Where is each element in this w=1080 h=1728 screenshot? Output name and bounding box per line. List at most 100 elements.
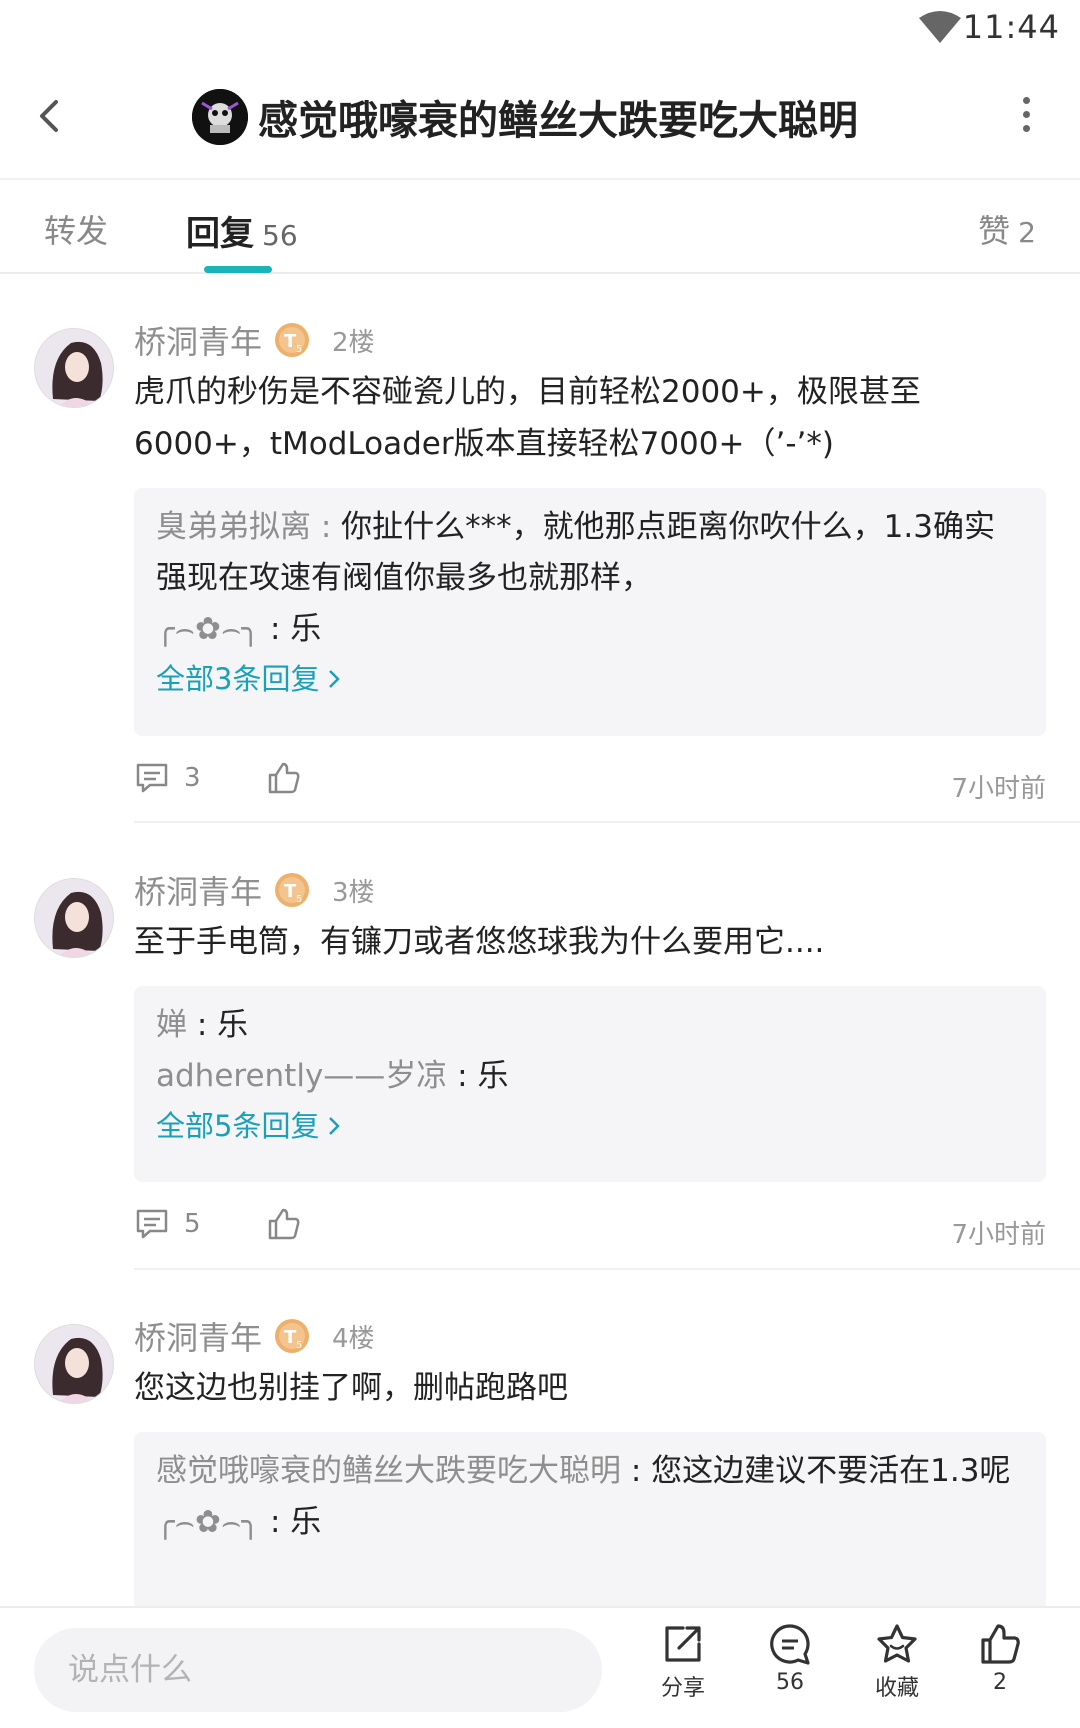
status-bar: 11:44 — [0, 0, 1080, 56]
sub-reply-text: 乐 — [477, 1058, 509, 1094]
sub-reply-text: 您这边建议不要活在1.3呢 — [651, 1453, 1011, 1489]
comment-button[interactable]: 3 — [134, 760, 201, 796]
like-button[interactable] — [266, 1206, 302, 1246]
sub-reply-separator: : — [311, 509, 342, 545]
post-header: 桥洞青年 T 5 3楼 — [134, 868, 375, 912]
sub-reply-user[interactable]: 感觉哦嚎衰的鳝丝大跌要吃大聪明 — [156, 1453, 621, 1489]
back-arrow-icon — [40, 100, 58, 132]
tab-forward-label: 转发 — [44, 212, 109, 250]
comment-count: 5 — [184, 1209, 201, 1239]
comment-input[interactable] — [34, 1628, 602, 1712]
avatar-image — [35, 1325, 113, 1403]
collect-label: 收藏 — [874, 1676, 919, 1701]
thumbs-up-icon — [268, 762, 300, 794]
comment-button[interactable]: 5 — [134, 1206, 201, 1242]
level-badge-icon: T 5 — [275, 873, 310, 907]
svg-text:5: 5 — [296, 344, 302, 355]
tab-bar: 转发 回复 56 赞2 — [0, 180, 1080, 274]
all-replies-link[interactable]: 全部5条回复 — [156, 1102, 1024, 1150]
comment-count: 3 — [184, 763, 201, 793]
divider — [134, 1268, 1080, 1270]
comment-icon — [136, 1209, 168, 1239]
svg-text:5: 5 — [296, 894, 302, 905]
chevron-right-icon — [329, 670, 341, 688]
wifi-icon — [919, 11, 961, 43]
tab-reply-count: 56 — [262, 219, 298, 252]
more-dot-icon — [1022, 97, 1030, 104]
sub-reply-user[interactable]: ╭⌢✿⌢╮ — [156, 611, 260, 647]
sub-reply: 感觉哦嚎衰的鳝丝大跌要吃大聪明 : 您这边建议不要活在1.3呢 — [156, 1446, 1024, 1497]
back-button[interactable] — [28, 86, 88, 146]
post-header: 桥洞青年 T 5 2楼 — [134, 318, 375, 362]
tab-reply-label: 回复 — [186, 214, 254, 254]
comment-bubble-icon — [770, 1624, 810, 1665]
sub-reply-separator: : — [621, 1453, 652, 1489]
like-count: 2 — [993, 1670, 1007, 1695]
all-replies-link[interactable]: 全部3条回复 — [156, 655, 1024, 703]
sub-reply-user[interactable]: adherently——岁凉 — [156, 1058, 447, 1094]
share-button[interactable]: 分享 — [643, 1622, 723, 1702]
sub-reply-box[interactable]: 婵 : 乐 adherently——岁凉 : 乐 全部5条回复 — [134, 986, 1046, 1182]
floor-number: 4楼 — [332, 1323, 375, 1354]
sub-reply-separator: : — [260, 1504, 291, 1540]
comments-button[interactable]: 56 — [750, 1622, 830, 1695]
thumbs-up-icon — [981, 1624, 1020, 1664]
username[interactable]: 桥洞青年 — [134, 317, 262, 363]
post-header: 桥洞青年 T 5 4楼 — [134, 1314, 375, 1358]
tab-forward[interactable]: 转发 — [44, 206, 108, 252]
sub-reply-user[interactable]: ╭⌢✿⌢╮ — [156, 1504, 260, 1540]
bottom-action-bar: 分享 56 收藏 2 — [0, 1606, 1080, 1728]
post-actions: 3 7小时前 — [134, 760, 1046, 810]
status-time: 11:44 — [962, 8, 1060, 46]
like-post-button[interactable]: 2 — [960, 1622, 1040, 1695]
avatar[interactable] — [34, 328, 114, 408]
thread-title: 感觉哦嚎衰的鳝丝大跌要吃大聪明 — [258, 98, 858, 144]
more-dot-icon — [1022, 125, 1030, 132]
tab-like-count: 2 — [1018, 216, 1036, 249]
comments-count: 56 — [776, 1670, 804, 1695]
avatar[interactable] — [34, 878, 114, 958]
sub-reply: 婵 : 乐 — [156, 1000, 1024, 1051]
tab-like[interactable]: 赞2 — [978, 206, 1036, 252]
author-avatar[interactable] — [192, 89, 248, 145]
sub-reply: 臭弟弟拟离 : 你扯什么***，就他那点距离你吹什么，1.3确实强现在攻速有阀值… — [156, 502, 1024, 604]
post-actions: 5 7小时前 — [134, 1206, 1046, 1256]
comment-icon — [136, 763, 168, 793]
avatar[interactable] — [34, 1324, 114, 1404]
sub-reply: ╭⌢✿⌢╮ : 乐 — [156, 1497, 1024, 1548]
thumbs-up-icon — [268, 1208, 300, 1240]
post-content: 至于手电筒，有镰刀或者悠悠球我为什么要用它.... — [134, 924, 825, 960]
collect-button[interactable]: 收藏 — [857, 1622, 937, 1702]
sub-reply-user[interactable]: 婵 — [156, 1007, 187, 1043]
title-bar: 感觉哦嚎衰的鳝丝大跌要吃大聪明 — [0, 56, 1080, 180]
tab-reply[interactable]: 回复 56 — [186, 206, 298, 255]
sub-reply-box[interactable]: 感觉哦嚎衰的鳝丝大跌要吃大聪明 : 您这边建议不要活在1.3呢 ╭⌢✿⌢╮ : … — [134, 1432, 1046, 1612]
avatar-image — [35, 879, 113, 957]
avatar-image — [35, 329, 113, 407]
sub-reply: adherently——岁凉 : 乐 — [156, 1051, 1024, 1102]
tab-like-label: 赞 — [978, 212, 1011, 250]
post-content: 您这边也别挂了啊，删帖跑路吧 — [134, 1370, 568, 1406]
sub-reply-user[interactable]: 臭弟弟拟离 — [156, 509, 311, 545]
username[interactable]: 桥洞青年 — [134, 1313, 262, 1359]
sub-reply: ╭⌢✿⌢╮ : 乐 — [156, 604, 1024, 655]
floor-number: 3楼 — [332, 877, 375, 908]
level-badge-icon: T 5 — [275, 323, 310, 357]
svg-text:5: 5 — [296, 1340, 302, 1351]
sub-reply-separator: : — [260, 611, 291, 647]
more-dot-icon — [1022, 111, 1030, 118]
username[interactable]: 桥洞青年 — [134, 867, 262, 913]
post-time: 7小时前 — [951, 1220, 1046, 1250]
sub-reply-text: 乐 — [290, 611, 322, 647]
divider — [134, 821, 1080, 823]
avatar-image — [192, 89, 248, 145]
level-badge-icon: T 5 — [275, 1319, 310, 1353]
like-button[interactable] — [266, 760, 302, 800]
more-options-button[interactable] — [1006, 90, 1046, 150]
thread-title-group: 感觉哦嚎衰的鳝丝大跌要吃大聪明 — [192, 84, 858, 150]
post-time: 7小时前 — [951, 774, 1046, 804]
sub-reply-separator: : — [447, 1058, 478, 1094]
active-tab-indicator — [204, 266, 272, 273]
sub-reply-box[interactable]: 臭弟弟拟离 : 你扯什么***，就他那点距离你吹什么，1.3确实强现在攻速有阀值… — [134, 488, 1046, 736]
chevron-right-icon — [329, 1117, 341, 1135]
